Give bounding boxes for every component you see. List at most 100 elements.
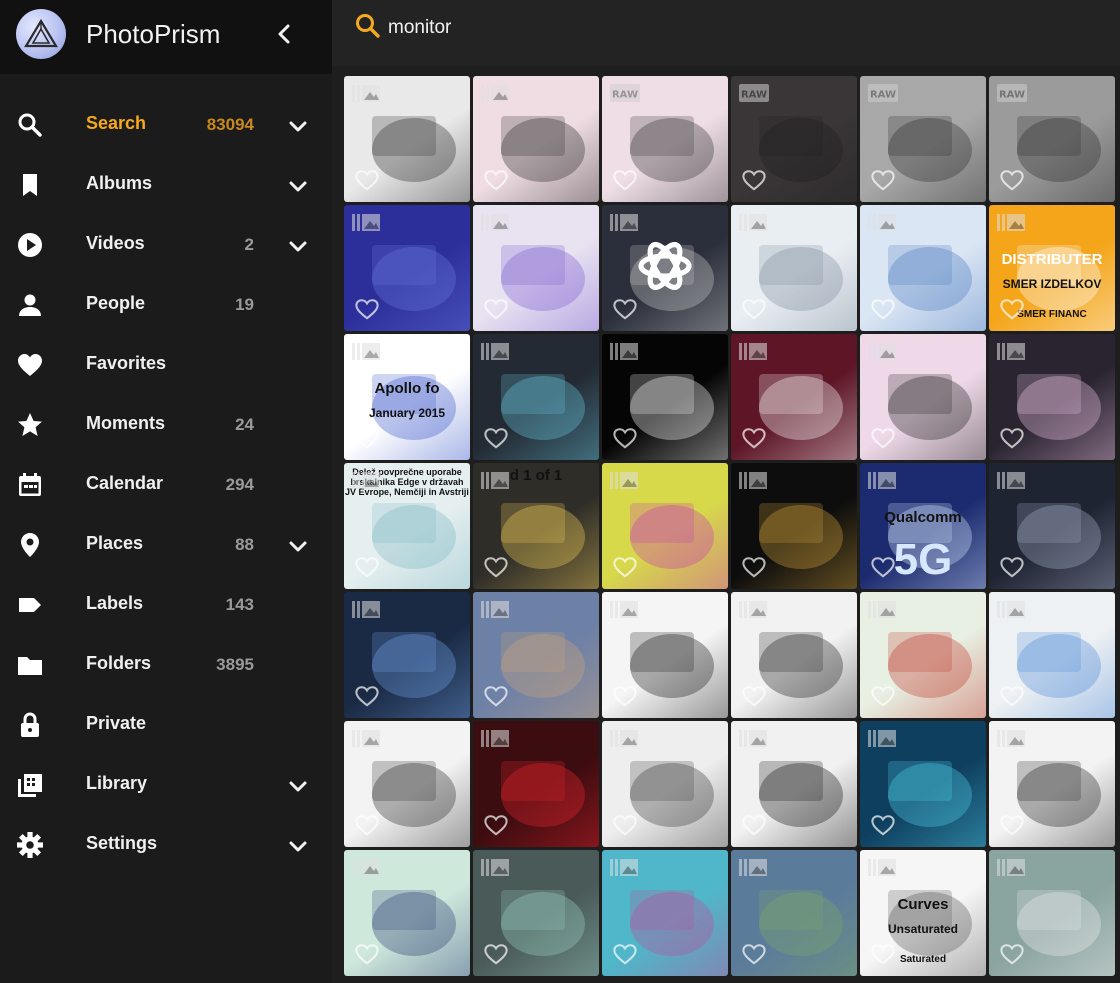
favorite-heart-icon[interactable] [741,426,767,450]
photo-tile[interactable]: Qualcomm 5G [860,463,986,589]
favorite-heart-icon[interactable] [999,555,1025,579]
search-input[interactable] [388,14,988,42]
photo-tile[interactable] [344,592,470,718]
favorite-heart-icon[interactable] [870,813,896,837]
photo-tile[interactable] [602,463,728,589]
photo-tile[interactable] [989,592,1115,718]
favorite-heart-icon[interactable] [741,813,767,837]
photo-tile[interactable] [860,205,986,331]
chevron-down-icon[interactable] [286,174,310,198]
favorite-heart-icon[interactable] [870,297,896,321]
favorite-heart-icon[interactable] [612,426,638,450]
favorite-heart-icon[interactable] [999,426,1025,450]
sidebar-item-calendar[interactable]: Calendar 294 [0,454,332,514]
photo-tile[interactable] [344,205,470,331]
photo-tile[interactable] [731,205,857,331]
favorite-heart-icon[interactable] [483,555,509,579]
sidebar-item-favorites[interactable]: Favorites [0,334,332,394]
sidebar-item-albums[interactable]: Albums [0,154,332,214]
photo-tile[interactable] [860,721,986,847]
favorite-heart-icon[interactable] [483,426,509,450]
photo-tile[interactable]: Curves Unsaturated Saturated [860,850,986,976]
sidebar-item-library[interactable]: Library [0,754,332,814]
favorite-heart-icon[interactable] [741,684,767,708]
photo-tile[interactable] [473,592,599,718]
sidebar-item-moments[interactable]: Moments 24 [0,394,332,454]
photo-tile[interactable] [602,721,728,847]
favorite-heart-icon[interactable] [870,942,896,966]
favorite-heart-icon[interactable] [741,168,767,192]
photo-tile[interactable]: d 1 of 1 [473,463,599,589]
favorite-heart-icon[interactable] [354,684,380,708]
photo-tile[interactable] [989,334,1115,460]
photo-tile[interactable] [473,76,599,202]
photo-tile[interactable] [731,334,857,460]
photo-tile[interactable]: RAW [731,76,857,202]
favorite-heart-icon[interactable] [612,813,638,837]
photo-tile[interactable]: DISTRIBUTER SMER IZDELKOV SMER FINANC [989,205,1115,331]
favorite-heart-icon[interactable] [999,684,1025,708]
search-icon[interactable] [354,12,382,40]
favorite-heart-icon[interactable] [741,555,767,579]
favorite-heart-icon[interactable] [612,297,638,321]
photo-tile[interactable]: Delež povprečne uporabe brskalnika Edge … [344,463,470,589]
sidebar-item-search[interactable]: Search 83094 [0,94,332,154]
photo-tile[interactable] [344,721,470,847]
favorite-heart-icon[interactable] [354,297,380,321]
favorite-heart-icon[interactable] [870,168,896,192]
collapse-sidebar-icon[interactable] [272,20,296,48]
photo-tile[interactable] [989,721,1115,847]
sidebar-item-labels[interactable]: Labels 143 [0,574,332,634]
sidebar-item-places[interactable]: Places 88 [0,514,332,574]
photo-tile[interactable] [344,850,470,976]
favorite-heart-icon[interactable] [612,168,638,192]
sidebar-item-settings[interactable]: Settings [0,814,332,874]
photo-tile[interactable] [602,850,728,976]
chevron-down-icon[interactable] [286,534,310,558]
photo-tile[interactable] [731,721,857,847]
photo-tile[interactable] [731,463,857,589]
chevron-down-icon[interactable] [286,774,310,798]
photo-tile[interactable] [860,334,986,460]
favorite-heart-icon[interactable] [354,168,380,192]
favorite-heart-icon[interactable] [999,942,1025,966]
favorite-heart-icon[interactable] [870,684,896,708]
chevron-down-icon[interactable] [286,114,310,138]
sidebar-item-people[interactable]: People 19 [0,274,332,334]
favorite-heart-icon[interactable] [612,942,638,966]
favorite-heart-icon[interactable] [483,297,509,321]
sidebar-item-folders[interactable]: Folders 3895 [0,634,332,694]
photo-tile[interactable] [473,334,599,460]
favorite-heart-icon[interactable] [870,426,896,450]
photo-tile[interactable]: RAW [602,76,728,202]
photo-tile[interactable] [602,592,728,718]
chevron-down-icon[interactable] [286,834,310,858]
favorite-heart-icon[interactable] [999,297,1025,321]
chevron-down-icon[interactable] [286,234,310,258]
favorite-heart-icon[interactable] [483,684,509,708]
photo-tile[interactable] [989,463,1115,589]
sidebar-item-videos[interactable]: Videos 2 [0,214,332,274]
favorite-heart-icon[interactable] [612,684,638,708]
photo-tile[interactable] [731,592,857,718]
favorite-heart-icon[interactable] [354,555,380,579]
photo-tile[interactable] [344,76,470,202]
photo-tile[interactable] [989,850,1115,976]
photo-tile[interactable] [602,334,728,460]
photo-tile[interactable]: RAW [860,76,986,202]
favorite-heart-icon[interactable] [354,813,380,837]
photo-tile[interactable] [860,592,986,718]
photo-tile[interactable] [602,205,728,331]
sidebar-item-private[interactable]: Private [0,694,332,754]
favorite-heart-icon[interactable] [612,555,638,579]
favorite-heart-icon[interactable] [999,168,1025,192]
favorite-heart-icon[interactable] [999,813,1025,837]
photo-tile[interactable] [473,850,599,976]
photo-tile[interactable] [473,205,599,331]
favorite-heart-icon[interactable] [483,813,509,837]
favorite-heart-icon[interactable] [741,942,767,966]
favorite-heart-icon[interactable] [741,297,767,321]
photo-tile[interactable]: RAW [989,76,1115,202]
photo-tile[interactable] [731,850,857,976]
favorite-heart-icon[interactable] [483,168,509,192]
